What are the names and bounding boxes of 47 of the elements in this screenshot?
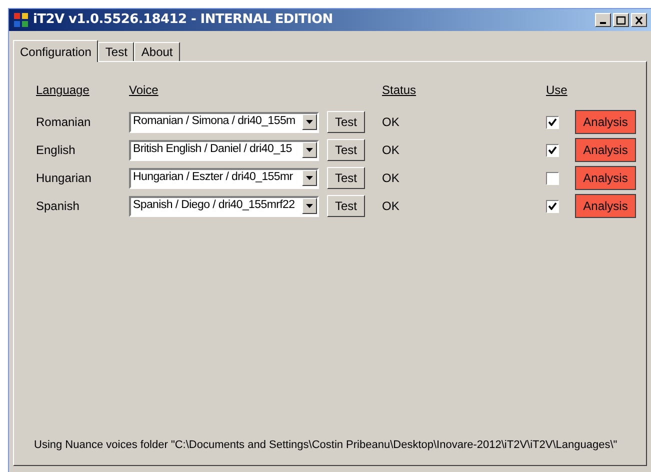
column-header: Language [36,83,90,97]
analysis-button[interactable]: Analysis [575,138,636,162]
tab[interactable]: About [134,42,180,61]
use-checkbox[interactable] [546,172,559,184]
status-text: OK [382,114,400,131]
use-checkbox[interactable] [546,144,559,156]
caret-icon [306,176,313,180]
status-text: OK [382,142,400,159]
maximize-button[interactable] [613,13,629,27]
language-label: Spanish [36,198,80,215]
status-text: OK [382,170,400,187]
analysis-button[interactable]: Analysis [575,194,636,218]
column-header: Use [546,83,568,97]
window-title: iT2V v1.0.5526.18412 - INTERNAL EDITION [33,11,333,30]
checkmark-icon [548,118,557,126]
language-label: Hungarian [36,170,92,187]
test-button[interactable]: Test [327,139,365,161]
checkmark-icon [548,146,557,154]
language-label: English [36,142,76,159]
language-label: Romanian [36,114,92,131]
caret-icon [306,120,313,124]
tab[interactable]: Configuration [13,40,98,62]
voice-dropdown[interactable]: Hungarian / Eszter / dri40_155mr [129,168,319,188]
caret-icon [306,204,313,208]
voice-dropdown[interactable]: Spanish / Diego / dri40_155mrf22 [129,196,319,216]
test-button[interactable]: Test [327,167,365,189]
caret-icon [306,148,313,152]
analysis-button[interactable]: Analysis [575,110,636,134]
use-checkbox[interactable] [546,116,559,128]
minimize-button[interactable] [595,13,611,27]
tab[interactable]: Test [98,42,134,61]
maximize-icon [616,16,626,24]
minimize-icon [600,22,606,24]
column-header: Voice [129,83,158,97]
voice-dropdown[interactable]: British English / Daniel / dri40_15 [129,140,319,160]
close-icon [634,16,644,24]
checkmark-icon [548,202,557,210]
use-checkbox[interactable] [546,200,559,212]
voice-dropdown[interactable]: Romanian / Simona / dri40_155m [129,112,319,132]
close-button[interactable] [631,13,647,27]
analysis-button[interactable]: Analysis [575,166,636,190]
test-button[interactable]: Test [327,195,365,217]
status-text: OK [382,198,400,215]
status-text: Using Nuance voices folder "C:\Documents and Settings\Costin Pribeanu\Desktop\Inovare-2012\iT2V\iT2V\Languages\" [34,438,618,452]
test-button[interactable]: Test [327,111,365,133]
app-icon [13,12,29,28]
column-header: Status [382,83,416,97]
